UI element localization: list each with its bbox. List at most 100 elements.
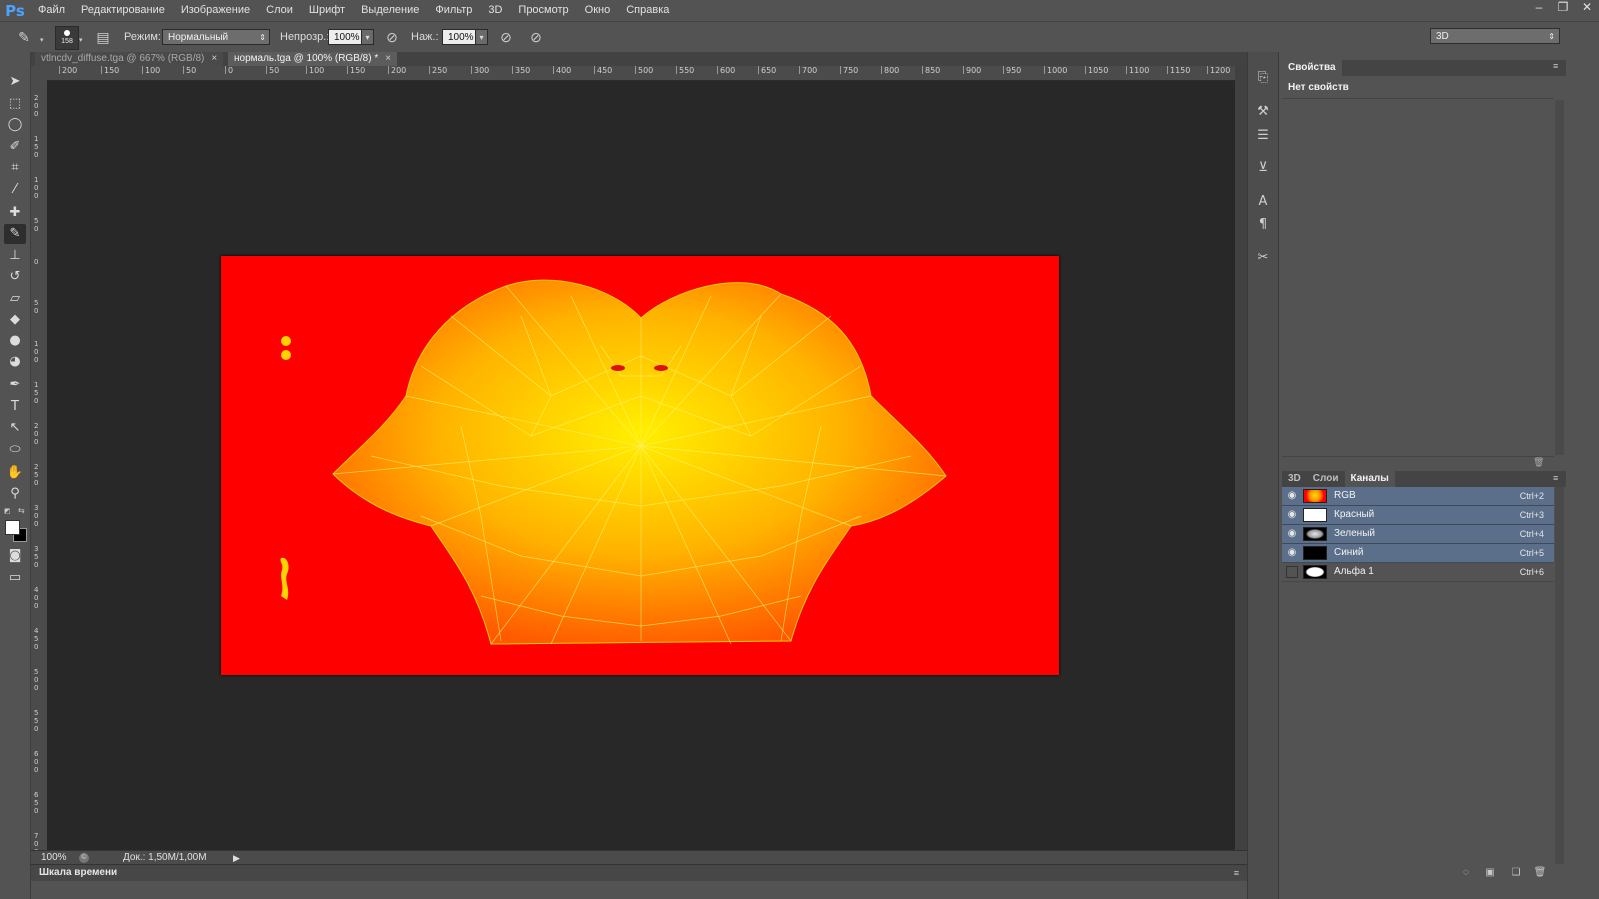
marquee-tool-icon[interactable]: ⬚ xyxy=(4,94,26,114)
channel-row-red[interactable]: ◉ Красный Ctrl+3 xyxy=(1282,506,1554,525)
menu-filter[interactable]: Фильтр xyxy=(427,0,480,21)
type-tool-icon[interactable]: T xyxy=(4,397,26,417)
channel-row-alpha[interactable]: Альфа 1 Ctrl+6 xyxy=(1282,563,1554,582)
menu-help[interactable]: Справка xyxy=(618,0,677,21)
menu-select[interactable]: Выделение xyxy=(353,0,427,21)
brush-size-arrow-icon[interactable]: ▾ xyxy=(79,36,83,44)
menu-file[interactable]: Файл xyxy=(30,0,73,21)
adjustments-panel-icon[interactable]: ☰ xyxy=(1255,128,1271,144)
tab-diffuse[interactable]: vtlncdv_diffuse.tga @ 667% (RGB/8) × xyxy=(35,52,224,66)
flow-dropdown[interactable]: ▾ xyxy=(475,29,488,45)
tab-layers[interactable]: Слои xyxy=(1307,471,1345,487)
flow-input[interactable]: 100% xyxy=(442,29,476,45)
brush-size-picker[interactable]: 158 xyxy=(55,26,79,50)
timeline-menu-icon[interactable]: ≡ xyxy=(1234,865,1239,881)
eye-icon[interactable]: ◉ xyxy=(1286,490,1298,502)
menu-layers[interactable]: Слои xyxy=(258,0,301,21)
restore-button[interactable]: ❐ xyxy=(1551,0,1575,16)
default-colors-icon[interactable]: ◩ xyxy=(4,507,12,515)
airbrush-icon[interactable]: ⊘ xyxy=(496,28,516,46)
channel-row-rgb[interactable]: ◉ RGB Ctrl+2 xyxy=(1282,487,1554,506)
menu-3d[interactable]: 3D xyxy=(480,0,510,21)
character-panel-icon[interactable]: A xyxy=(1255,194,1271,210)
zoom-tool-icon[interactable]: ⚲ xyxy=(4,484,26,504)
eyedropper-tool-icon[interactable]: ⁄ xyxy=(4,180,26,200)
pressure-opacity-icon[interactable]: ⊘ xyxy=(382,28,402,46)
minimize-button[interactable]: – xyxy=(1527,0,1551,16)
pressure-size-icon[interactable]: ⊘ xyxy=(526,28,546,46)
zoom-level[interactable]: 100% xyxy=(41,851,67,865)
delete-channel-icon[interactable]: 🗑 xyxy=(1533,867,1547,879)
channel-row-blue[interactable]: ◉ Синий Ctrl+5 xyxy=(1282,544,1554,563)
history-panel-icon[interactable]: ⎘ xyxy=(1255,70,1271,86)
opacity-input[interactable]: 100% xyxy=(328,29,362,45)
tab-normal[interactable]: нормаль.tga @ 100% (RGB/8) * × xyxy=(228,52,398,66)
screen-mode-icon[interactable]: ▭ xyxy=(4,568,26,588)
canvas-scrollbar[interactable] xyxy=(1235,66,1247,850)
dodge-tool-icon[interactable]: ◕ xyxy=(4,352,26,372)
brush-tool-icon[interactable]: ✎ xyxy=(4,224,26,244)
load-selection-icon[interactable]: ◌ xyxy=(1459,867,1473,879)
mode-select[interactable]: Нормальный ⇕ xyxy=(162,29,270,45)
channel-name: Альфа 1 xyxy=(1334,566,1374,577)
status-info-icon[interactable]: © xyxy=(79,853,89,863)
properties-scrollbar[interactable] xyxy=(1555,100,1564,455)
ellipse-tool-icon[interactable]: ⬭ xyxy=(4,440,26,460)
tab-close-icon[interactable]: × xyxy=(211,53,217,64)
tab-channels[interactable]: Каналы xyxy=(1344,471,1395,487)
eye-icon[interactable]: ◉ xyxy=(1286,547,1298,559)
properties-delete-icon[interactable]: 🗑 xyxy=(1533,457,1544,468)
eye-icon[interactable]: ◉ xyxy=(1286,509,1298,521)
menu-image[interactable]: Изображение xyxy=(173,0,258,21)
opacity-dropdown[interactable]: ▾ xyxy=(361,29,374,45)
tab-properties[interactable]: Свойства xyxy=(1282,60,1342,76)
swap-colors-icon[interactable]: ⇆ xyxy=(18,506,25,515)
preset-arrow-icon[interactable]: ▾ xyxy=(40,36,44,44)
brush-preset-icon[interactable]: ✎ xyxy=(14,28,34,46)
new-channel-icon[interactable]: ❏ xyxy=(1509,867,1523,879)
hand-tool-icon[interactable]: ✋ xyxy=(4,463,26,483)
ruler-corner xyxy=(31,66,47,80)
properties-tabs: Свойства xyxy=(1282,60,1566,76)
menu-type[interactable]: Шрифт xyxy=(301,0,353,21)
eraser-tool-icon[interactable]: ▱ xyxy=(4,289,26,309)
quick-select-tool-icon[interactable]: ✐ xyxy=(4,137,26,157)
paragraph-panel-icon[interactable]: ¶ xyxy=(1255,217,1271,233)
menu-edit[interactable]: Редактирование xyxy=(73,0,173,21)
brush-panel-icon[interactable]: ▤ xyxy=(93,28,113,46)
lasso-tool-icon[interactable]: ◯ xyxy=(4,115,26,135)
tab-close-icon[interactable]: × xyxy=(385,53,391,64)
channels-menu-icon[interactable]: ≡ xyxy=(1553,473,1558,483)
close-button[interactable]: ✕ xyxy=(1575,0,1599,16)
document-canvas[interactable] xyxy=(221,256,1059,675)
menu-view[interactable]: Просмотр xyxy=(510,0,576,21)
properties-menu-icon[interactable]: ≡ xyxy=(1553,61,1558,71)
move-tool-icon[interactable]: ➤ xyxy=(4,72,26,92)
tab-3d[interactable]: 3D xyxy=(1282,471,1307,487)
pen-tool-icon[interactable]: ✒ xyxy=(4,375,26,395)
channels-scrollbar[interactable] xyxy=(1555,487,1564,864)
channel-shortcut: Ctrl+2 xyxy=(1519,491,1544,501)
clone-source-icon[interactable]: ⊻ xyxy=(1255,160,1271,176)
quick-mask-icon[interactable]: ◙ xyxy=(4,546,26,566)
history-brush-tool-icon[interactable]: ↺ xyxy=(4,267,26,287)
save-selection-icon[interactable]: ▣ xyxy=(1483,867,1497,879)
paint-bucket-tool-icon[interactable]: ◆ xyxy=(4,310,26,330)
foreground-color-swatch[interactable] xyxy=(5,520,20,535)
timeline-panel-bar[interactable]: Шкала времени ≡ xyxy=(31,864,1247,881)
blur-tool-icon[interactable]: ● xyxy=(4,331,26,351)
menu-window[interactable]: Окно xyxy=(577,0,619,21)
eye-icon[interactable]: ◉ xyxy=(1286,528,1298,540)
ruler-tick: 550 xyxy=(676,66,694,75)
workspace-select[interactable]: 3D ⇕ xyxy=(1430,28,1560,44)
visibility-toggle-empty[interactable] xyxy=(1286,566,1298,578)
brush-panel-icon[interactable]: ⚒ xyxy=(1255,104,1271,120)
crop-tool-icon[interactable]: ⌗ xyxy=(4,158,26,178)
tool-presets-icon[interactable]: ✂ xyxy=(1255,250,1271,266)
status-menu-arrow-icon[interactable]: ▶ xyxy=(233,851,240,865)
healing-tool-icon[interactable]: ✚ xyxy=(4,203,26,223)
channel-row-green[interactable]: ◉ Зеленый Ctrl+4 xyxy=(1282,525,1554,544)
stamp-tool-icon[interactable]: ⊥ xyxy=(4,246,26,266)
timeline-title[interactable]: Шкала времени xyxy=(39,865,117,881)
path-select-tool-icon[interactable]: ↖ xyxy=(4,418,26,438)
